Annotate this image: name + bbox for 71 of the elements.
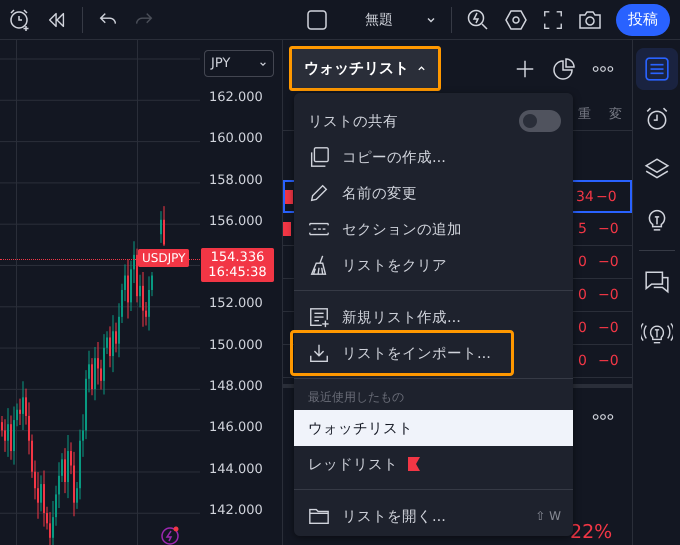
price-label: 160.000 <box>208 130 264 148</box>
price-label: 162.000 <box>208 89 264 107</box>
menu-item[interactable]: リストをインポート... <box>290 330 514 376</box>
table-cell-text: 34 <box>576 188 595 204</box>
menu-item-label: ウォッチリスト <box>308 420 413 438</box>
currency-dropdown[interactable]: JPY <box>204 50 274 77</box>
menu-item[interactable]: コピーの作成... <box>294 139 573 175</box>
settings-icon[interactable] <box>504 8 528 32</box>
more-icon[interactable] <box>592 64 614 72</box>
price-label: 158.000 <box>208 172 264 190</box>
table-cell-text: 0 <box>578 254 588 270</box>
symbol-tag: USDJPY <box>138 249 190 267</box>
table-cell-text: 0 <box>578 287 588 303</box>
table-cell-text: −0 <box>598 254 620 270</box>
menu-item[interactable]: リストの共有 <box>294 103 573 139</box>
download-icon <box>308 342 330 364</box>
last-price-tag: 154.336 16:45:38 <box>201 248 274 282</box>
menu-section-heading: 最近使用したもの <box>307 389 405 406</box>
column-header[interactable]: 変 <box>609 104 622 122</box>
table-cell-text: 5 <box>578 221 588 237</box>
publish-button[interactable]: 投稿 <box>616 4 670 36</box>
price-label: 148.000 <box>208 378 264 396</box>
menu-item[interactable]: セクションの追加 <box>294 211 573 247</box>
caret-icon <box>259 60 267 68</box>
menu-item[interactable]: 名前の変更 <box>294 175 573 211</box>
menu-item[interactable]: リストをクリア <box>294 247 573 283</box>
new-list-icon <box>308 306 330 328</box>
price-label: 142.000 <box>208 502 264 520</box>
layout-icon[interactable] <box>305 8 329 32</box>
lightning-icon[interactable] <box>160 525 180 545</box>
menu-item-label: 新規リスト作成... <box>342 308 461 326</box>
copy-icon <box>308 146 330 168</box>
table-cell-text: 0 <box>578 353 588 369</box>
layout-title[interactable]: 無題 <box>365 10 393 28</box>
menu-item-label: リストの共有 <box>308 112 398 130</box>
chat-icon <box>644 269 670 295</box>
menu-item[interactable]: リストを開く... ⇧ W <box>294 498 573 534</box>
fullscreen-icon[interactable] <box>542 8 564 30</box>
watchlist-menu-button[interactable]: ウォッチリスト <box>289 46 441 91</box>
alarm-clock-icon <box>644 106 670 132</box>
watchlist-tab[interactable] <box>636 48 678 90</box>
recent-list-item[interactable]: ウォッチリスト <box>294 410 573 446</box>
price-label: 144.000 <box>208 460 264 479</box>
menu-item-label: セクションの追加 <box>342 220 462 238</box>
menu-item-label: 名前の変更 <box>342 184 417 202</box>
more-icon[interactable] <box>592 413 614 421</box>
menu-item-label: リストをクリア <box>342 256 447 274</box>
list-icon <box>644 56 670 82</box>
table-cell-text: 0 <box>578 320 588 336</box>
table-cell-text: −0 <box>596 188 618 204</box>
share-toggle[interactable] <box>519 110 561 132</box>
column-header[interactable]: 重 <box>578 104 591 122</box>
table-cell-text: −0 <box>598 353 620 369</box>
price-label: 152.000 <box>208 295 264 314</box>
price-label: 146.000 <box>208 419 264 438</box>
table-cell-text: −0 <box>598 320 620 336</box>
table-cell-text: −0 <box>598 287 620 303</box>
menu-item-label: コピーの作成... <box>342 148 446 166</box>
price-label: 150.000 <box>208 336 264 355</box>
menu-item-label: リストを開く... <box>342 508 446 526</box>
menu-item-label: レッドリスト <box>308 456 398 474</box>
table-cell-text: −0 <box>598 221 620 237</box>
quick-search-icon[interactable] <box>466 8 490 32</box>
caret-icon <box>417 64 426 73</box>
shortcut-hint: ⇧ W <box>535 509 561 523</box>
pie-chart-icon[interactable] <box>552 56 576 80</box>
menu-item-label: リストをインポート... <box>342 344 491 362</box>
recent-list-item[interactable]: レッドリスト <box>294 446 573 482</box>
percent-change: 22% <box>570 521 612 543</box>
price-label: 156.000 <box>208 212 264 231</box>
pencil-icon <box>308 182 330 204</box>
